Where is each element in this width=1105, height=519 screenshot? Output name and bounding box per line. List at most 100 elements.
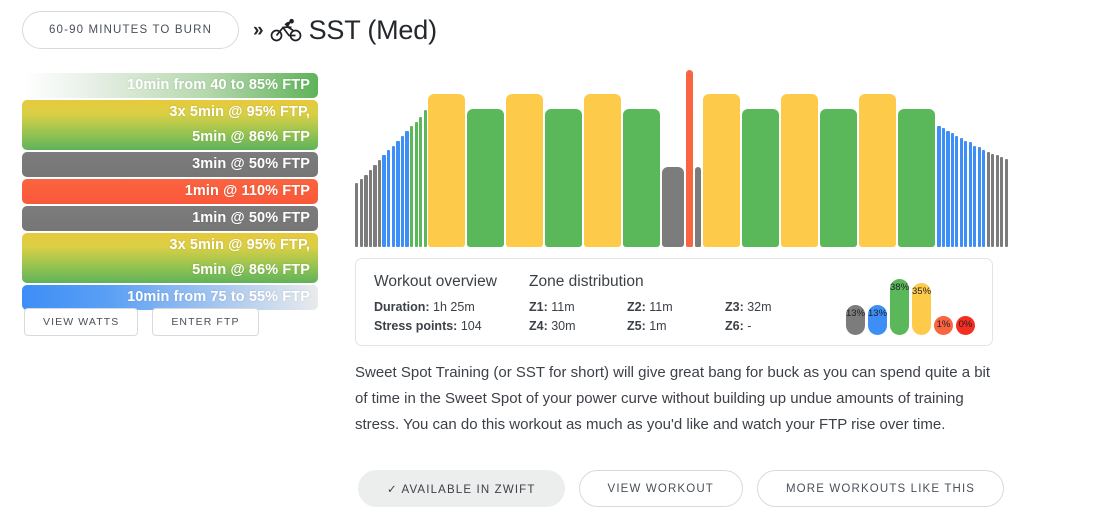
profile-bar [584,94,622,247]
profile-bar [973,146,977,247]
segment-text-lines: 3x 5min @ 95% FTP, 5min @ 86% FTP [169,100,310,150]
segment-label: 3x 5min @ 95% FTP, [169,104,310,120]
profile-bar [995,155,999,247]
zone-bubble: 13% [846,305,865,335]
duration-label: Duration: [374,300,430,314]
left-button-row: VIEW WATTS ENTER FTP [24,308,259,336]
profile-bar [968,142,972,247]
enter-ftp-button[interactable]: ENTER FTP [152,308,259,336]
profile-bar [359,179,363,247]
segment-text-lines: 1min @ 50% FTP [192,206,310,231]
view-workout-button[interactable]: VIEW WORKOUT [578,470,743,507]
stress-label: Stress points: [374,319,458,333]
profile-bar [977,147,981,247]
zone-cell-value: 11m [547,300,575,314]
profile-bar [941,128,946,247]
profile-bar [387,150,391,247]
zone-cell: Z2: 11m [627,298,725,317]
zone-bubble: 38% [890,279,909,335]
zone-bubble-label: 13% [846,307,866,319]
profile-bar [1004,159,1008,247]
profile-bar [545,109,583,247]
page-title: SST (Med) [308,14,437,45]
workout-segment[interactable]: 1min @ 50% FTP [22,206,318,231]
segment-text-lines: 1min @ 110% FTP [185,179,310,204]
zone-cell-label: Z1: [529,300,548,314]
zone-bubble: 35% [912,283,931,335]
profile-bars [355,62,1008,247]
zone-bubble-label: 0% [958,318,973,330]
profile-bar [982,150,986,247]
zone-cell-label: Z4: [529,319,548,333]
profile-bar [396,141,400,247]
profile-bar [467,109,505,247]
profile-bar [377,160,382,247]
segment-label: 5min @ 86% FTP [192,262,310,278]
segment-label: 10min from 75 to 55% FTP [127,289,310,305]
workout-segment[interactable]: 3x 5min @ 95% FTP, 5min @ 86% FTP [22,233,318,283]
workout-segment[interactable]: 1min @ 110% FTP [22,179,318,204]
segment-text-lines: 3min @ 50% FTP [192,152,310,177]
profile-bar [623,109,661,247]
available-in-zwift-button[interactable]: ✓ AVAILABLE IN ZWIFT [358,470,565,507]
profile-bar [662,167,685,247]
profile-bar [428,94,466,247]
profile-bar [959,138,963,247]
bottom-button-row: ✓ AVAILABLE IN ZWIFT VIEW WORKOUT MORE WOR… [358,470,1005,507]
profile-bar [937,126,941,247]
zone-bubble-label: 38% [890,281,910,293]
profile-bar [355,183,359,247]
category-pill[interactable]: 60-90 MINUTES TO BURN [22,11,240,49]
zone-cell-label: Z5: [627,319,646,333]
zone-distribution-chart: 13% 13% 38% 35% 1% 0% [846,273,976,335]
zone-column: Zone distribution Z1: 11m Z2: 11m Z3: 32m … [529,273,824,336]
profile-bar [373,165,377,247]
zone-cell-label: Z3: [725,300,744,314]
profile-bar [419,117,423,247]
profile-bar [423,110,428,247]
segment-label: 3x 5min @ 95% FTP, [169,237,310,253]
zone-cell-value: 11m [645,300,673,314]
segment-label: 5min @ 86% FTP [192,129,310,145]
stress-value: 104 [460,319,482,333]
profile-bar [964,141,968,247]
view-watts-button[interactable]: VIEW WATTS [24,308,139,336]
zone-bubble: 0% [956,316,975,335]
zone-cell-value: 1m [645,319,667,333]
profile-bar [820,109,858,247]
profile-bar [703,94,741,247]
profile-bar [405,131,409,247]
zone-row-1: Z1: 11m Z2: 11m Z3: 32m [529,298,824,317]
profile-bar [400,136,405,247]
zone-cell-value: 30m [547,319,576,333]
workout-detail-page: 60-90 MINUTES TO BURN » SST (Med) 10min … [0,0,1105,519]
zone-bubble: 1% [934,316,953,335]
workout-segment[interactable]: 3min @ 50% FTP [22,152,318,177]
profile-bar [991,154,995,247]
zone-cell-value: - [743,319,752,333]
zone-heading: Zone distribution [529,273,644,290]
zone-bubble-label: 1% [936,318,951,330]
overview-column: Workout overview Duration: 1h 25m Stress… [374,273,529,336]
profile-bar [950,133,954,247]
panel-columns: Workout overview Duration: 1h 25m Stress… [374,273,824,336]
zone-cell: Z1: 11m [529,298,627,317]
more-workouts-button[interactable]: MORE WORKOUTS LIKE THIS [756,470,1005,507]
profile-bar [1000,157,1004,247]
zone-cell: Z5: 1m [627,317,725,336]
workout-segment[interactable]: 10min from 75 to 55% FTP [22,285,318,310]
zone-row-2: Z4: 30m Z5: 1m Z6: - [529,317,824,336]
segment-label: 1min @ 50% FTP [192,210,310,226]
segment-label: 10min from 40 to 85% FTP [127,77,310,93]
workout-segment[interactable]: 10min from 40 to 85% FTP [22,73,318,98]
profile-bar [368,170,373,247]
zone-bubble-label: 35% [912,285,932,297]
page-header: 60-90 MINUTES TO BURN » SST (Med) [0,0,1105,60]
workout-segment[interactable]: 3x 5min @ 95% FTP, 5min @ 86% FTP [22,100,318,150]
chevron-right-icon: » [253,19,264,41]
segment-label: 3min @ 50% FTP [192,156,310,172]
segment-label: 1min @ 110% FTP [184,183,310,199]
zone-cell: Z3: 32m [725,298,823,317]
zone-cell: Z4: 30m [529,317,627,336]
profile-bar [955,136,959,247]
